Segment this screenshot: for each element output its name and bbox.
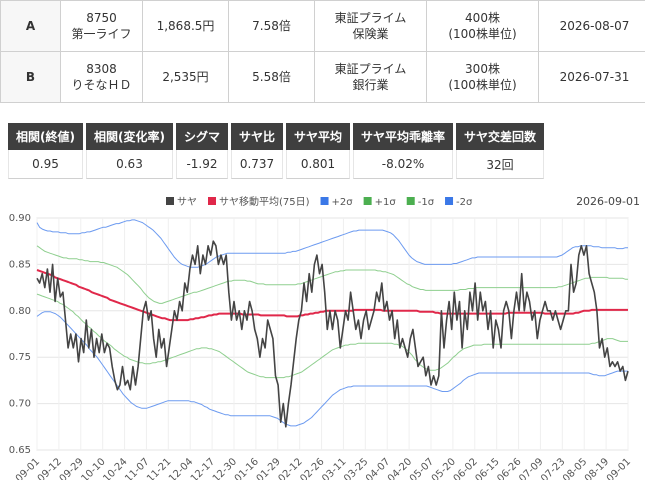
y-tick-label: 0.65 <box>9 445 31 456</box>
stock-quantity-qty: 400株 <box>465 11 500 25</box>
legend-swatch <box>445 197 454 205</box>
pair-row: A 8750 第一ライフ 1,868.5円 7.58倍 東証プライム 保険業 400株 (100… <box>0 0 645 52</box>
chart-date: 2026-09-01 <box>576 195 640 208</box>
legend-swatch <box>363 197 372 205</box>
stock-market-market: 東証プライム <box>334 11 407 25</box>
stat-value: -8.02% <box>353 150 454 179</box>
stock-quantity: 300株 (100株単位) <box>426 51 539 103</box>
pair-label-label: A <box>25 19 36 33</box>
legend-label: サヤ <box>177 196 197 208</box>
stat-value: 0.63 <box>85 150 173 179</box>
stock-market: 東証プライム 保険業 <box>314 0 427 52</box>
y-tick-label: 0.70 <box>9 399 31 410</box>
stock-market-sector: 保険業 <box>352 27 389 41</box>
stock-date: 2026-08-07 <box>538 0 645 52</box>
stock-name-code: 8750 <box>86 11 117 25</box>
stat-value: -1.92 <box>175 150 228 179</box>
legend-label: +2σ <box>332 197 354 208</box>
stat-header: サヤ平均乖離率 <box>353 123 454 150</box>
pair-table-body: A 8750 第一ライフ 1,868.5円 7.58倍 東証プライム 保険業 400株 (100… <box>0 0 645 103</box>
plot-area <box>36 217 629 451</box>
legend-swatch <box>208 197 216 205</box>
pair-table: A 8750 第一ライフ 1,868.5円 7.58倍 東証プライム 保険業 400株 (100… <box>0 0 645 103</box>
stock-market-market: 東証プライム <box>334 62 407 76</box>
saya-chart: 0.900.850.800.750.700.6509-0109-1209-291… <box>9 195 640 480</box>
stats-header-row: 相関(終値) 相関(変化率) シグマ サヤ比 サヤ平均 サヤ平均乖離率 サヤ交差回数 <box>8 123 545 150</box>
stock-date-date: 2026-08-07 <box>559 19 630 33</box>
stock-per: 7.58倍 <box>228 0 315 52</box>
pair-label: B <box>0 51 61 103</box>
stat-value: 0.801 <box>286 150 351 179</box>
stat-value: 32回 <box>456 150 545 179</box>
pair-label: A <box>0 0 61 52</box>
y-tick-label: 0.90 <box>9 213 31 224</box>
stock-quantity-qty: 300株 <box>465 62 500 76</box>
stock-per-per: 7.58倍 <box>252 19 291 33</box>
stock-name: 8308 りそなＨＤ <box>60 51 143 103</box>
stock-name-code: 8308 <box>86 62 117 76</box>
y-tick-label: 0.80 <box>9 306 31 317</box>
stat-value: 0.737 <box>230 150 283 179</box>
stock-quantity-unit: (100株単位) <box>448 27 517 41</box>
legend-label: -2σ <box>456 197 473 208</box>
y-tick-label: 0.85 <box>9 259 31 270</box>
stat-header: 相関(変化率) <box>85 123 173 150</box>
stat-header: シグマ <box>175 123 228 150</box>
stock-name-name: りそなＨＤ <box>71 78 132 92</box>
stock-market-sector: 銀行業 <box>352 78 389 92</box>
pair-label-label: B <box>25 70 36 84</box>
stock-per: 5.58倍 <box>228 51 315 103</box>
pair-row: B 8308 りそなＨＤ 2,535円 5.58倍 東証プライム 銀行業 300株 (100株単… <box>0 51 645 103</box>
legend-label: +1σ <box>375 197 397 208</box>
stock-price: 2,535円 <box>142 51 229 103</box>
stock-quantity: 400株 (100株単位) <box>426 0 539 52</box>
legend-swatch <box>166 197 174 205</box>
stock-price-price: 1,868.5円 <box>156 19 215 33</box>
y-tick-label: 0.75 <box>9 352 31 363</box>
stock-name-name: 第一ライフ <box>71 27 132 41</box>
legend-label: サヤ移動平均(75日) <box>219 195 310 208</box>
stock-per-per: 5.58倍 <box>252 70 291 84</box>
stock-market: 東証プライム 銀行業 <box>314 51 427 103</box>
stat-header: 相関(終値) <box>8 123 83 150</box>
stats-value-row: 0.95 0.63 -1.92 0.737 0.801 -8.02% 32回 <box>8 150 545 179</box>
stock-quantity-unit: (100株単位) <box>448 78 517 92</box>
stock-price: 1,868.5円 <box>142 0 229 52</box>
stat-header: サヤ交差回数 <box>456 123 545 150</box>
stat-header: サヤ平均 <box>286 123 351 150</box>
legend-swatch <box>406 197 415 205</box>
stock-date-date: 2026-07-31 <box>559 70 630 84</box>
legend-label: -1σ <box>418 197 435 208</box>
legend-swatch <box>320 197 329 205</box>
stock-date: 2026-07-31 <box>538 51 645 103</box>
x-tick-label: 09-01 <box>605 456 633 480</box>
stock-name: 8750 第一ライフ <box>60 0 143 52</box>
stock-price-price: 2,535円 <box>162 70 209 84</box>
stats-table: 相関(終値) 相関(変化率) シグマ サヤ比 サヤ平均 サヤ平均乖離率 サヤ交差回数 0.9… <box>5 123 547 179</box>
stat-value: 0.95 <box>8 150 83 179</box>
stat-header: サヤ比 <box>230 123 283 150</box>
